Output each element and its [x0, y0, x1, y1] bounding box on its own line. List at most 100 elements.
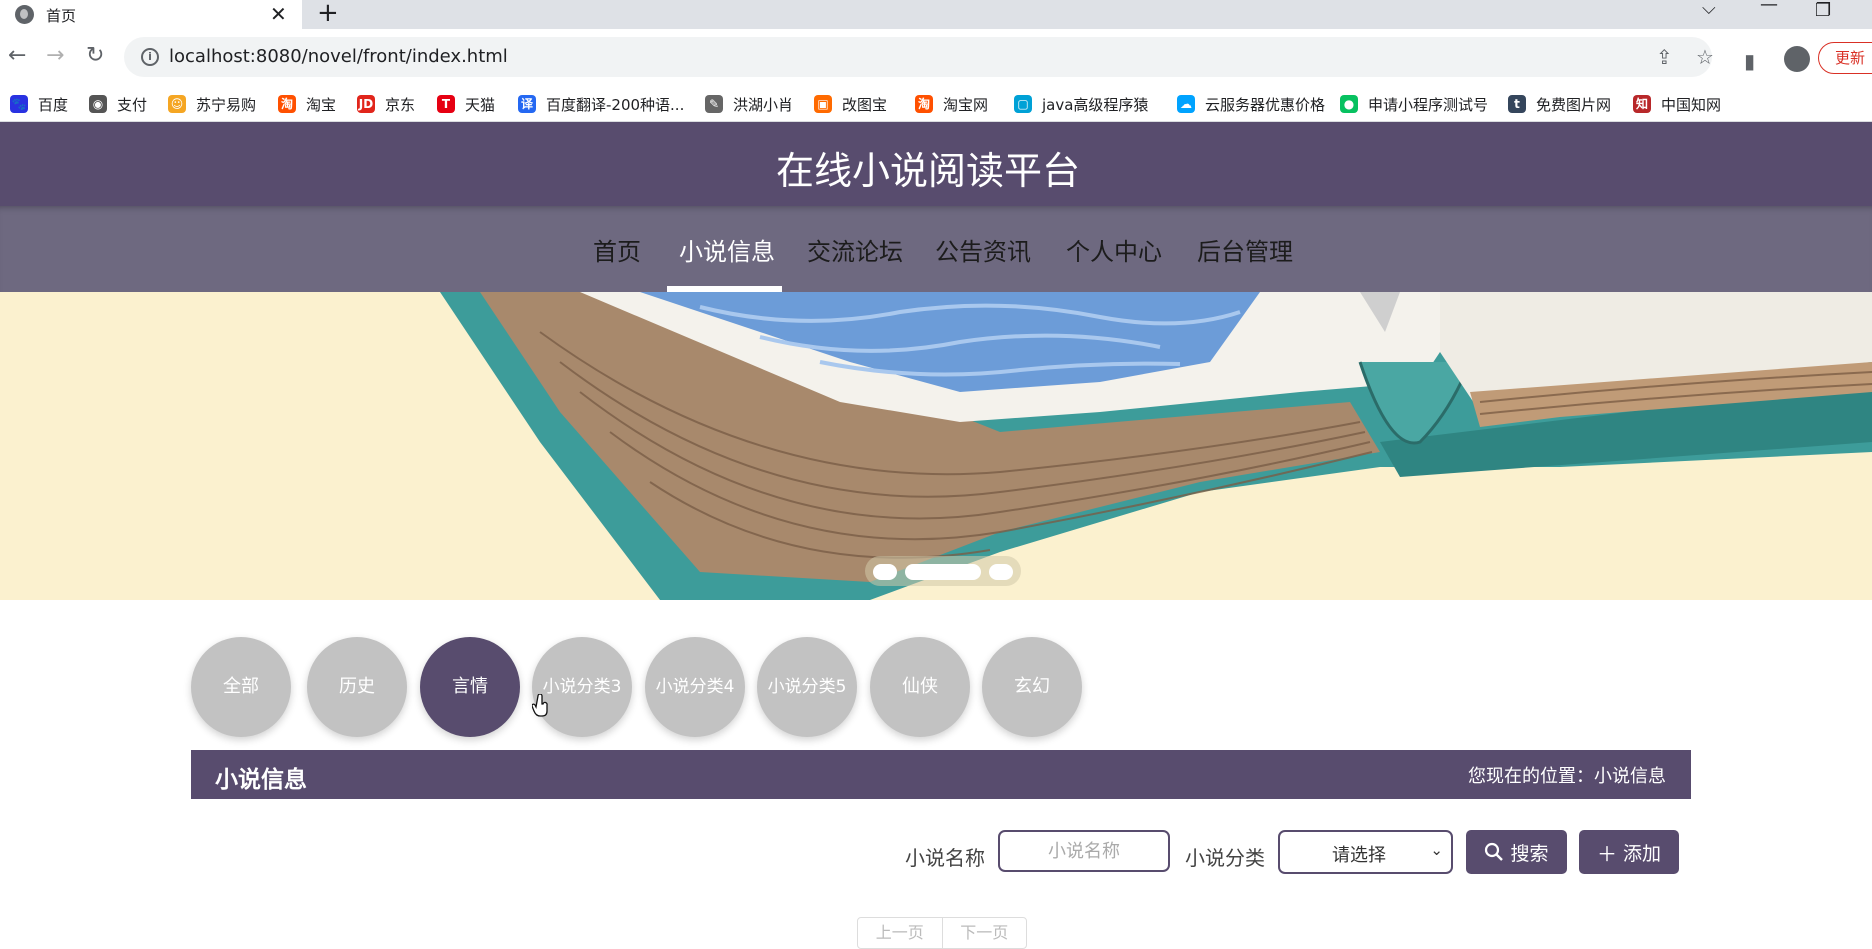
tab-search-chevron-icon[interactable]: ⌵: [1702, 0, 1716, 19]
close-tab-icon[interactable]: ✕: [270, 2, 287, 26]
new-tab-icon[interactable]: +: [317, 0, 339, 28]
carousel-dot-3[interactable]: [989, 564, 1013, 580]
bookmark-item[interactable]: ☺ 苏宁易购: [168, 92, 256, 116]
bookmark-label: 中国知网: [1661, 95, 1722, 114]
carousel-indicators: [865, 556, 1021, 586]
bookmark-favicon-icon: ▢: [1014, 95, 1032, 113]
bookmark-item[interactable]: ▢ java高级程序猿: [1014, 92, 1148, 116]
banner-carousel[interactable]: [0, 292, 1872, 600]
forward-arrow-icon[interactable]: →: [46, 43, 64, 68]
category-xianxia[interactable]: 仙侠: [870, 637, 970, 737]
bookmark-item[interactable]: JD 京东: [357, 92, 415, 116]
nav-item-profile[interactable]: 个人中心: [1066, 232, 1162, 267]
bookmark-star-icon[interactable]: ☆: [1696, 45, 1714, 69]
bookmark-label: 百度: [38, 95, 69, 114]
breadcrumb-current[interactable]: 小说信息: [1594, 766, 1666, 787]
site-info-icon[interactable]: i: [141, 48, 159, 66]
select-value: 请选择: [1332, 845, 1386, 866]
bookmark-item[interactable]: 知中国知网: [1633, 92, 1721, 116]
next-page-button[interactable]: 下一页: [941, 918, 1027, 948]
profile-avatar-icon[interactable]: [1784, 46, 1810, 72]
bookmark-item[interactable]: 译百度翻译-200种语...: [518, 92, 684, 116]
minimize-icon[interactable]: —: [1760, 0, 1778, 15]
category-history[interactable]: 历史: [307, 637, 407, 737]
novel-name-label: 小说名称: [905, 846, 985, 870]
search-button-label: 搜索: [1510, 842, 1549, 865]
bookmark-label: 淘宝: [306, 95, 337, 114]
bookmark-favicon-icon: ✎: [705, 95, 723, 113]
bookmark-favicon-icon: t: [1508, 95, 1526, 113]
side-panel-icon[interactable]: ▮: [1744, 49, 1755, 73]
category-4[interactable]: 小说分类4: [645, 637, 745, 737]
bookmark-favicon-icon: ◉: [89, 95, 107, 113]
section-title: 小说信息: [215, 767, 307, 793]
category-5[interactable]: 小说分类5: [757, 637, 857, 737]
search-button[interactable]: 搜索: [1466, 830, 1567, 874]
bookmark-item[interactable]: 淘淘宝: [278, 92, 336, 116]
bookmark-item[interactable]: ● 申请小程序测试号: [1340, 92, 1488, 116]
nav-item-admin[interactable]: 后台管理: [1197, 232, 1293, 267]
bookmark-favicon-icon: 淘: [915, 95, 933, 113]
bookmark-label: 申请小程序测试号: [1368, 95, 1489, 114]
bookmark-label: 云服务器优惠价格: [1205, 95, 1326, 114]
novel-category-select[interactable]: 请选择 ⌄: [1278, 830, 1453, 874]
prev-page-button[interactable]: 上一页: [858, 918, 942, 948]
bookmark-item[interactable]: ✎ 洪湖小肖: [705, 92, 793, 116]
category-xuanhuan[interactable]: 玄幻: [982, 637, 1082, 737]
browser-toolbar: ← → ↻ i localhost:8080/novel/front/index…: [0, 29, 1872, 88]
bookmark-item[interactable]: 淘淘宝网: [915, 92, 988, 116]
novel-name-input[interactable]: [998, 830, 1170, 872]
breadcrumb: 您现在的位置：小说信息: [1468, 762, 1666, 788]
add-button[interactable]: ＋ 添加: [1579, 830, 1679, 874]
breadcrumb-prefix: 您现在的位置：: [1468, 766, 1594, 787]
bookmark-favicon-icon: JD: [357, 95, 375, 113]
nav-item-home[interactable]: 首页: [593, 232, 641, 267]
bookmark-item[interactable]: ◉ 支付: [89, 92, 147, 116]
nav-item-novels[interactable]: 小说信息: [679, 232, 775, 267]
category-3[interactable]: 小说分类3: [532, 637, 632, 737]
bookmark-favicon-icon: ☺: [168, 95, 186, 113]
open-book-illustration: [440, 292, 1872, 600]
update-button[interactable]: 更新: [1818, 42, 1872, 74]
restore-icon[interactable]: ❐: [1815, 0, 1831, 21]
carousel-dot-1[interactable]: [873, 564, 897, 580]
url-text[interactable]: localhost:8080/novel/front/index.html: [169, 46, 508, 67]
bookmark-label: 京东: [385, 95, 416, 114]
hand-cursor-icon: [532, 694, 548, 717]
bookmark-label: 百度翻译-200种语...: [546, 95, 685, 114]
bookmark-favicon-icon: 淘: [278, 95, 296, 113]
reload-icon[interactable]: ↻: [86, 43, 104, 68]
bookmark-label: 洪湖小肖: [733, 95, 794, 114]
bookmark-item[interactable]: T 天猫: [437, 92, 495, 116]
chevron-down-icon: ⌄: [1430, 841, 1443, 859]
globe-icon: [15, 5, 34, 24]
plus-icon: ＋: [1596, 841, 1617, 866]
bookmark-label: java高级程序猿: [1042, 95, 1149, 114]
category-all[interactable]: 全部: [191, 637, 291, 737]
bookmark-item[interactable]: t 免费图片网: [1508, 92, 1611, 116]
bookmark-item[interactable]: 🐾 百度: [10, 92, 68, 116]
bookmark-label: 支付: [117, 95, 148, 114]
carousel-dot-2-active[interactable]: [905, 564, 981, 580]
bookmark-label: 淘宝网: [943, 95, 989, 114]
address-bar[interactable]: i localhost:8080/novel/front/index.html …: [124, 37, 1714, 77]
bookmarks-bar: 🐾 百度 ◉ 支付 ☺ 苏宁易购淘淘宝 JD 京东 T 天猫译百度翻译-200种语... ✎ 洪湖小肖…: [0, 87, 1872, 122]
bookmark-item[interactable]: ☁ 云服务器优惠价格: [1177, 92, 1325, 116]
site-title: 在线小说阅读平台: [775, 149, 1080, 193]
tab-title: 首页: [46, 7, 77, 25]
category-romance-active[interactable]: 言情: [420, 637, 520, 737]
back-arrow-icon[interactable]: ←: [8, 43, 26, 68]
bookmark-label: 改图宝: [842, 95, 888, 114]
section-header-bar: 小说信息 您现在的位置：小说信息: [191, 750, 1691, 799]
bookmark-favicon-icon: 译: [518, 95, 536, 113]
main-nav: 首页 小说信息 交流论坛 公告资讯 个人中心 后台管理: [0, 206, 1872, 292]
browser-tab-strip: 首页 ✕ + ⌵ — ❐: [0, 0, 1872, 29]
nav-item-news[interactable]: 公告资讯: [935, 232, 1031, 267]
bookmark-label: 天猫: [465, 95, 496, 114]
bookmark-item[interactable]: ▣ 改图宝: [814, 92, 887, 116]
nav-item-forum[interactable]: 交流论坛: [807, 232, 903, 267]
bookmark-favicon-icon: 知: [1633, 95, 1651, 113]
bookmark-favicon-icon: ●: [1340, 95, 1358, 113]
browser-tab[interactable]: 首页 ✕: [0, 0, 302, 29]
share-icon[interactable]: ⇪: [1656, 45, 1673, 69]
